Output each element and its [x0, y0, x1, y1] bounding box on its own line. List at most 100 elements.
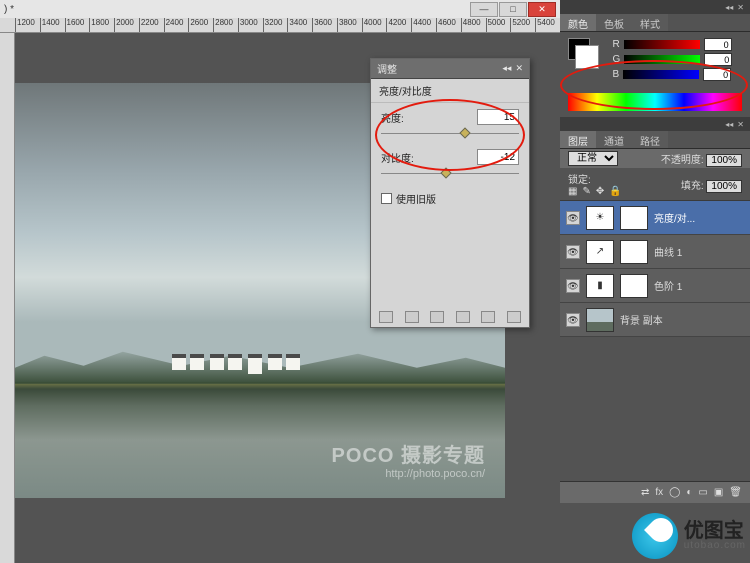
fx-icon[interactable]: fx — [655, 487, 663, 498]
adj-icon[interactable]: ◐ — [686, 487, 692, 498]
g-input[interactable] — [704, 53, 732, 66]
ruler-mark: 4800 — [461, 18, 486, 32]
ruler-mark: 3400 — [287, 18, 312, 32]
ruler-mark: 2600 — [188, 18, 213, 32]
layer-row-curves[interactable]: 👁 ↗ 曲线 1 — [560, 235, 750, 269]
layer-tabs: 图层 通道 路径 — [560, 131, 750, 149]
new-layer-icon[interactable]: ▣ — [714, 487, 723, 498]
visibility-toggle[interactable]: 👁 — [566, 211, 580, 225]
adj-thumb-icon: ↗ — [586, 240, 614, 264]
ruler-mark: 3800 — [337, 18, 362, 32]
trash-icon[interactable]: 🗑 — [729, 487, 742, 498]
panel-strip: ◂◂ ✕ — [560, 0, 750, 14]
adjustments-tab[interactable]: 调整 — [377, 61, 397, 76]
panel-header-icons: ◂◂ ✕ — [502, 63, 523, 74]
r-input[interactable] — [704, 38, 732, 51]
visibility-toggle[interactable]: 👁 — [566, 279, 580, 293]
close-icon[interactable]: ✕ — [737, 3, 744, 12]
g-label: G — [612, 54, 620, 65]
lock-brush-icon[interactable]: ✎ — [582, 186, 590, 197]
maximize-button[interactable]: □ — [499, 2, 527, 17]
close-panel-icon[interactable]: ✕ — [515, 63, 523, 74]
contrast-label: 对比度: — [381, 150, 414, 165]
g-slider[interactable] — [624, 55, 700, 64]
adjustments-header[interactable]: 调整 ◂◂ ✕ — [371, 59, 529, 79]
layer-row-brightness[interactable]: 👁 ☀ 亮度/对... — [560, 201, 750, 235]
group-icon[interactable]: ▭ — [698, 487, 707, 498]
link-icon[interactable]: ⇄ — [641, 487, 649, 498]
color-panel: R G B — [560, 32, 750, 89]
visibility-toggle[interactable]: 👁 — [566, 245, 580, 259]
tab-color[interactable]: 颜色 — [560, 14, 596, 31]
ruler-mark: 1800 — [89, 18, 114, 32]
right-panels: ◂◂✕ 颜色 色板 样式 R G B ◂◂✕ 图层 通道 路径 正常 不透明度:… — [560, 0, 750, 563]
lock-move-icon[interactable]: ✥ — [596, 186, 604, 197]
b-input[interactable] — [703, 68, 731, 81]
adjustments-panel[interactable]: 调整 ◂◂ ✕ 亮度/对比度 亮度: 对比度: 使用旧版 — [370, 58, 530, 328]
watermark-title: POCO 摄影专题 — [332, 439, 485, 468]
eye-icon[interactable] — [456, 311, 470, 323]
layer-name: 亮度/对... — [654, 210, 695, 225]
tab-layers[interactable]: 图层 — [560, 131, 596, 148]
fill-label: 填充: — [681, 181, 704, 192]
fg-bg-swatch[interactable] — [568, 38, 590, 60]
tab-channels[interactable]: 通道 — [596, 131, 632, 148]
ruler-mark: 1200 — [15, 18, 40, 32]
minimize-button[interactable]: — — [470, 2, 498, 17]
ruler-mark: 5400 — [535, 18, 560, 32]
contrast-slider[interactable] — [381, 167, 519, 181]
layer-row-levels[interactable]: 👁 ▮ 色阶 1 — [560, 269, 750, 303]
b-label: B — [612, 69, 619, 80]
adjustment-type-label: 亮度/对比度 — [371, 79, 529, 103]
hand-icon[interactable] — [405, 311, 419, 323]
lock-all-icon[interactable]: 🔒 — [609, 186, 621, 197]
legacy-label: 使用旧版 — [396, 191, 436, 206]
layer-name: 色阶 1 — [654, 278, 682, 293]
tab-swatches[interactable]: 色板 — [596, 14, 632, 31]
panel-strip-2: ◂◂ ✕ — [560, 117, 750, 131]
tab-paths[interactable]: 路径 — [632, 131, 668, 148]
mask-thumb[interactable] — [620, 206, 648, 230]
color-tabs: 颜色 色板 样式 — [560, 14, 750, 32]
layer-name: 背景 副本 — [620, 312, 663, 327]
brightness-slider[interactable] — [381, 127, 519, 141]
watermark-url: http://photo.poco.cn/ — [332, 468, 485, 480]
ruler-mark: 3000 — [238, 18, 263, 32]
ruler-mark: 1600 — [65, 18, 90, 32]
mask-thumb[interactable] — [620, 274, 648, 298]
brightness-input[interactable] — [477, 109, 519, 125]
reset-icon[interactable] — [481, 311, 495, 323]
zoom-icon[interactable] — [379, 311, 393, 323]
logo-text: 优图宝 — [684, 520, 744, 542]
opacity-value[interactable]: 100% — [706, 154, 742, 167]
legacy-checkbox-row[interactable]: 使用旧版 — [371, 183, 529, 214]
spectrum-bar[interactable] — [568, 93, 742, 111]
expand-icon-2[interactable]: ◂◂ — [725, 120, 733, 129]
clip-icon[interactable] — [430, 311, 444, 323]
blend-mode-select[interactable]: 正常 — [568, 151, 618, 166]
fill-value[interactable]: 100% — [706, 180, 742, 193]
layers-panel: ◂◂✕ 图层 通道 路径 正常 不透明度: 100% 锁定: ▦✎✥🔒 填充: … — [560, 117, 750, 337]
lock-trans-icon[interactable]: ▦ — [568, 186, 577, 197]
visibility-toggle[interactable]: 👁 — [566, 313, 580, 327]
mask-thumb[interactable] — [620, 240, 648, 264]
legacy-checkbox[interactable] — [381, 193, 392, 204]
layer-row-background[interactable]: 👁 背景 副本 — [560, 303, 750, 337]
r-slider[interactable] — [624, 40, 700, 49]
ruler-mark: 5000 — [486, 18, 511, 32]
tab-styles[interactable]: 样式 — [632, 14, 668, 31]
window-controls: — □ ✕ — [470, 2, 556, 17]
close-icon-2[interactable]: ✕ — [737, 120, 744, 129]
ruler-mark: 4000 — [362, 18, 387, 32]
collapse-icon[interactable]: ◂◂ — [502, 63, 511, 74]
ruler-mark: 2800 — [213, 18, 238, 32]
b-slider[interactable] — [623, 70, 699, 79]
layer-name: 曲线 1 — [654, 244, 682, 259]
contrast-input[interactable] — [477, 149, 519, 165]
trash-icon[interactable] — [507, 311, 521, 323]
expand-icon[interactable]: ◂◂ — [725, 3, 733, 12]
mask-icon[interactable]: ◯ — [669, 487, 680, 498]
close-button[interactable]: ✕ — [528, 2, 556, 17]
watermark: POCO 摄影专题 http://photo.poco.cn/ — [332, 439, 485, 480]
adj-thumb-icon: ▮ — [586, 274, 614, 298]
